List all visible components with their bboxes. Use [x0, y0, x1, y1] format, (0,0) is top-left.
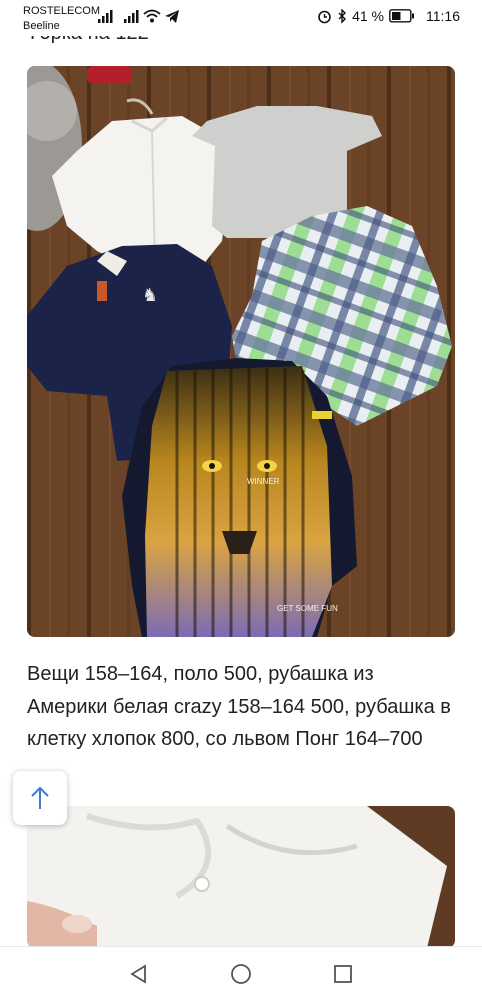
svg-text:♞: ♞: [142, 285, 158, 305]
white-shirt-closeup-image: [27, 806, 455, 948]
arrow-up-icon: [31, 786, 49, 809]
signal-icon: [124, 10, 139, 23]
back-icon: [130, 964, 146, 984]
battery-percent: 41 %: [352, 8, 384, 24]
listing-description: Вещи 158–164, поло 500, рубашка из Амери…: [27, 663, 451, 750]
alarm-icon: [318, 10, 331, 23]
print-text-bottom: GET SOME FUN: [277, 604, 338, 613]
carrier-name-secondary: Beeline: [23, 20, 60, 32]
home-button[interactable]: [228, 961, 254, 987]
status-right: 41 % 11:16: [317, 8, 460, 24]
clothes-flatlay-image: ♞ WINNER GET SOME FUN: [27, 66, 455, 637]
carrier-name-primary: ROSTELECOM: [23, 5, 101, 17]
recent-apps-button[interactable]: [330, 961, 356, 987]
listing-photo-1[interactable]: ♞ WINNER GET SOME FUN: [27, 66, 455, 637]
wifi-icon: [143, 9, 161, 23]
recent-apps-icon: [334, 965, 352, 983]
back-button[interactable]: [126, 961, 152, 987]
status-bar: ROSTELECOM Beeline 41 % 11:16: [0, 0, 482, 36]
print-text-winner: WINNER: [247, 477, 280, 486]
listing-photo-2[interactable]: [27, 806, 455, 948]
signal-icon: [98, 10, 113, 23]
bluetooth-icon: [338, 8, 347, 24]
telegram-icon: [165, 10, 179, 23]
navigation-bar: [0, 946, 482, 1001]
clock: 11:16: [426, 8, 460, 24]
battery-icon: [389, 9, 414, 23]
scroll-to-top-button[interactable]: [13, 771, 67, 825]
home-icon: [231, 964, 251, 984]
